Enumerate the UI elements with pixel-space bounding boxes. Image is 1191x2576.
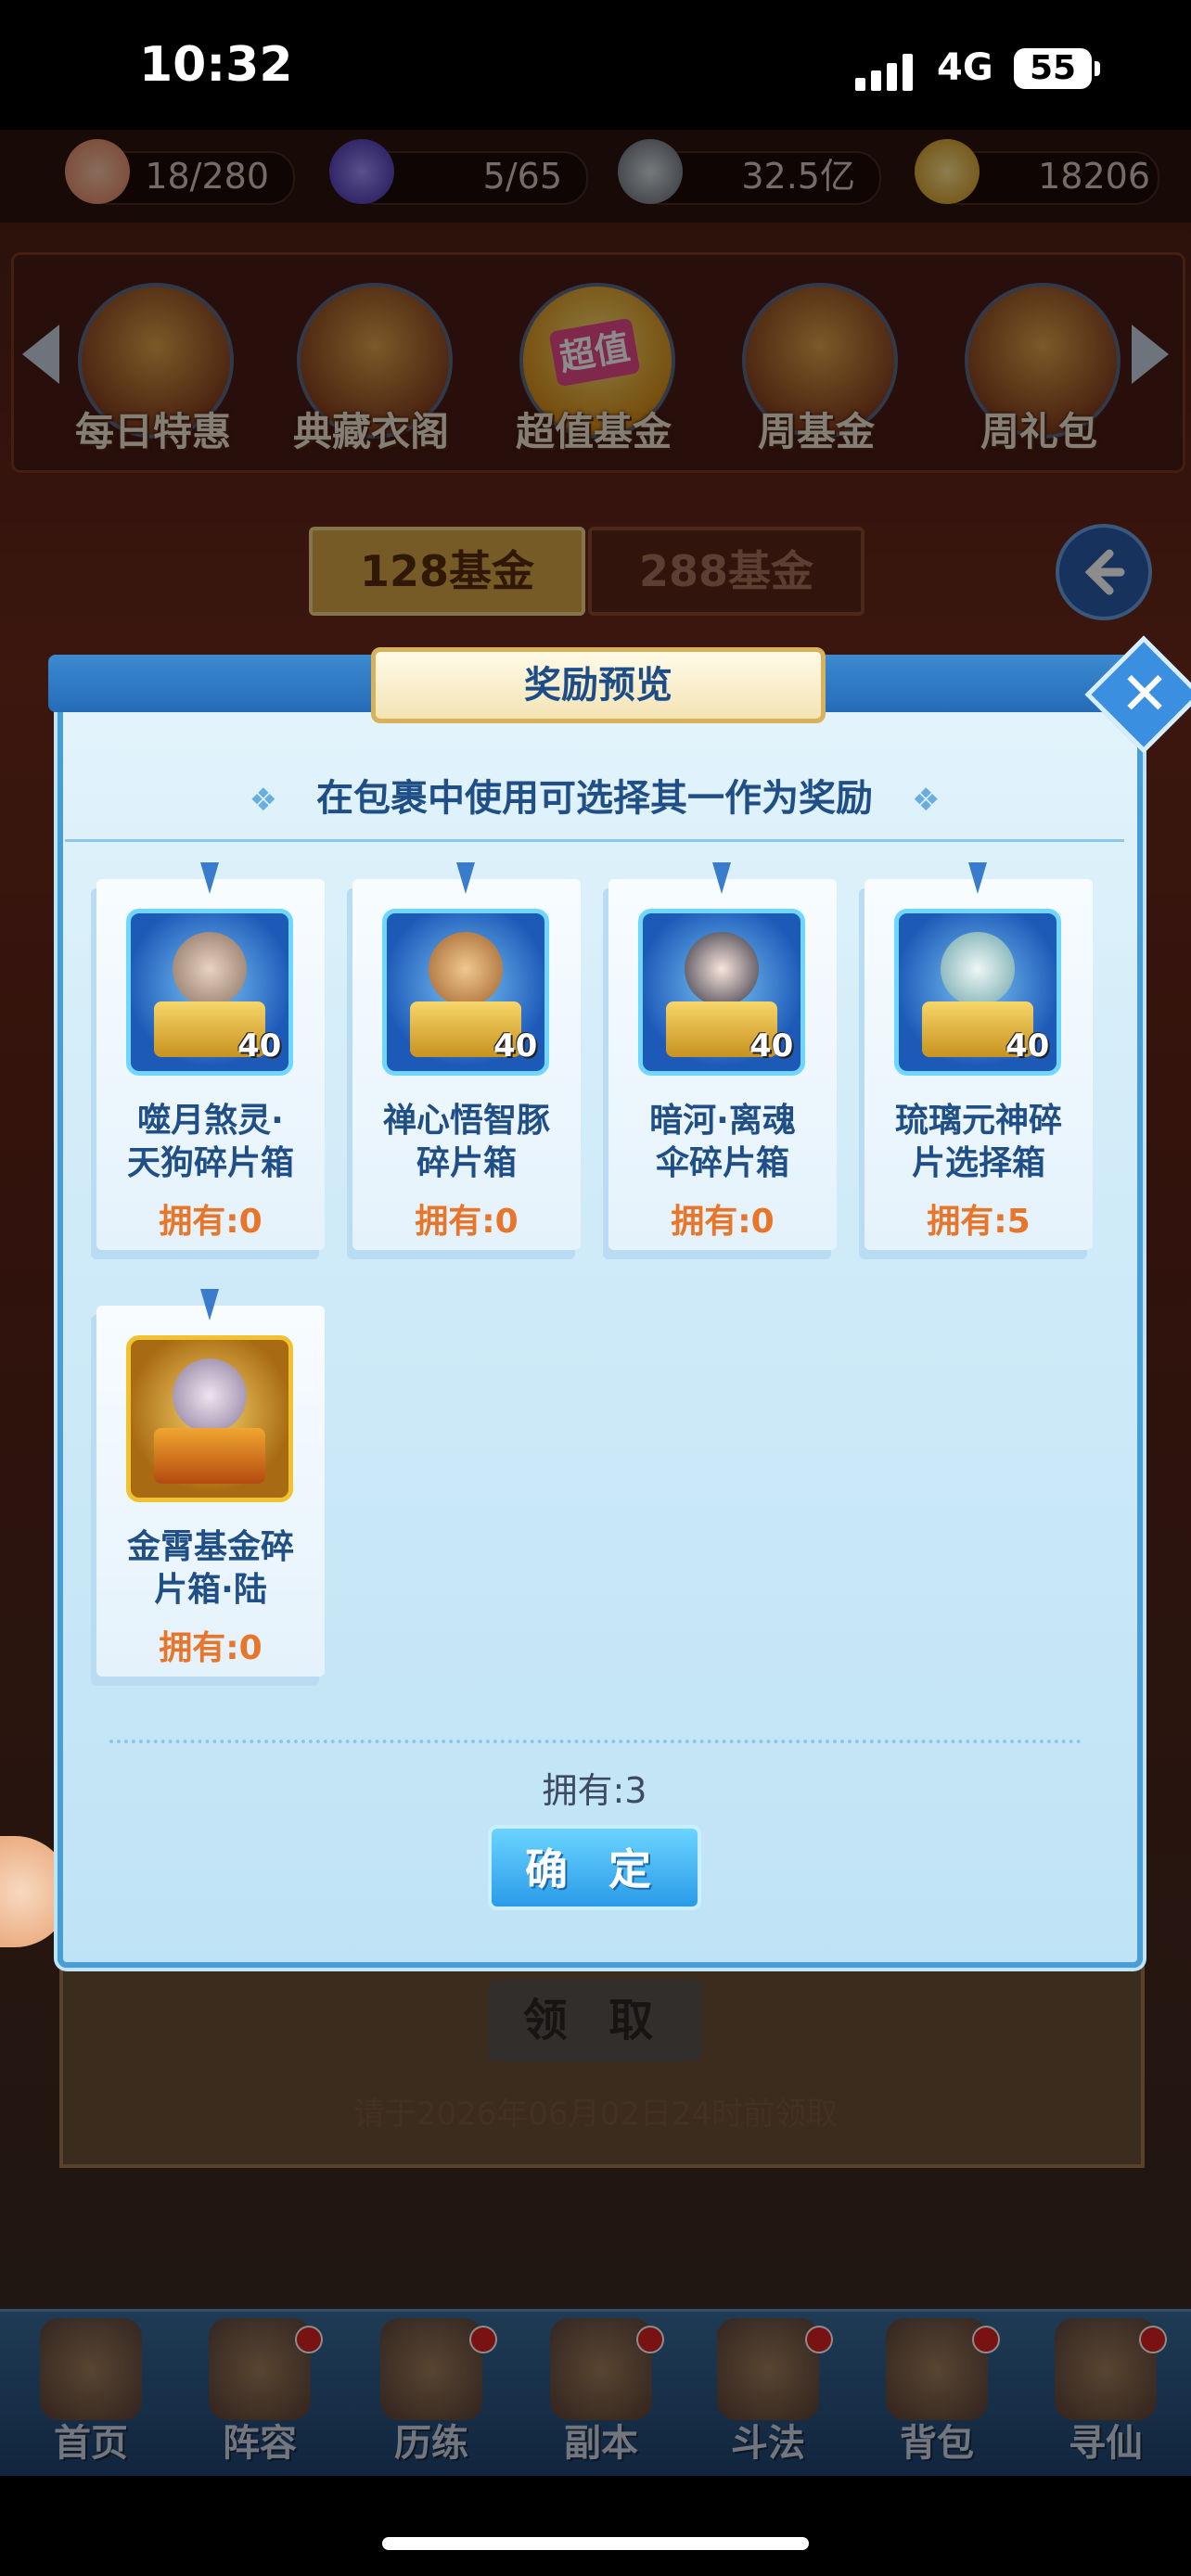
item-name-line: 天狗碎片箱 [126,1144,294,1182]
pin-icon [968,862,987,894]
item-name: 噬月煞灵· 天狗碎片箱 [96,1100,325,1185]
item-name-line: 琉璃元神碎 [894,1102,1062,1140]
total-owned: 拥有:3 [542,1770,647,1811]
dotted-divider [109,1740,1082,1743]
modal-divider [65,839,1124,842]
status-time: 10:32 [139,37,293,93]
item-name: 琉璃元神碎 片选择箱 [864,1100,1093,1185]
close-icon[interactable]: ✕ [1102,653,1187,738]
home-indicator[interactable] [382,2537,809,2550]
item-count: 40 [493,1027,538,1065]
item-name-line: 片选择箱 [911,1144,1045,1182]
chest-icon [154,1428,265,1484]
character-portrait [173,932,247,1006]
diamond-icon: ❖ [911,782,941,819]
item-name: 暗河·离魂伞碎片箱 [608,1100,837,1185]
pin-icon [456,862,475,894]
item-name-line: 伞碎片箱 [655,1144,789,1182]
item-name-line: 片箱·陆 [154,1571,267,1609]
item-count: 40 [1005,1027,1050,1065]
confirm-button[interactable]: 确 定 [488,1825,701,1910]
home-bar-area [0,2476,1191,2576]
item-owned: 拥有:0 [671,1203,775,1241]
pin-icon [200,862,219,894]
item-name-line: 暗河·离魂 [649,1102,796,1140]
item-name-line: 金霄基金碎 [126,1528,294,1566]
item-owned: 拥有:0 [159,1203,263,1241]
item-name-line: 噬月煞灵· [137,1102,284,1140]
character-portrait [173,1358,247,1433]
character-portrait [685,932,759,1006]
diamond-icon: ❖ [249,782,278,819]
pin-icon [712,862,731,894]
modal-subtitle: ❖ 在包裹中使用可选择其一作为奖励 ❖ [58,768,1132,822]
item-count: 40 [749,1027,794,1065]
item-name-line: 碎片箱 [416,1144,517,1182]
pin-icon [200,1289,219,1320]
battery-icon: 55 [1014,48,1092,89]
spirit-orb-icon [941,932,1015,1006]
signal-icon [855,48,920,91]
item-name: 禅心悟智豚 碎片箱 [352,1100,581,1185]
item-name: 金霄基金碎片箱·陆 [96,1526,325,1612]
network-type: 4G [937,46,993,89]
item-owned: 拥有:0 [159,1629,263,1667]
battery-tip [1095,61,1100,76]
modal-subtitle-text: 在包裹中使用可选择其一作为奖励 [316,777,873,820]
character-portrait [429,932,503,1006]
item-name-line: 禅心悟智豚 [382,1102,550,1140]
item-count: 40 [237,1027,282,1065]
item-owned: 拥有:0 [415,1203,519,1241]
item-owned: 拥有:5 [927,1203,1031,1241]
modal-title: 奖励预览 [371,647,826,723]
